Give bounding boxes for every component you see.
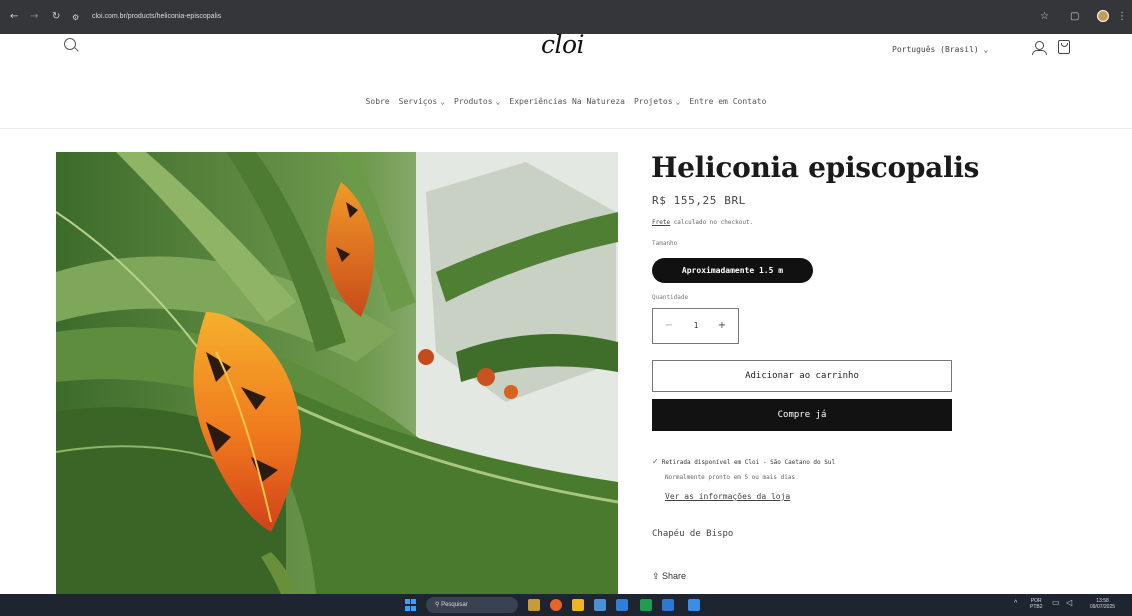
browser-toolbar: ← → ↻ ⚙ cloi.com.br/products/heliconia-e… <box>0 0 1132 34</box>
pickup-note: Normalmente pronto em 5 ou mais dias <box>665 474 796 481</box>
taskbar: ⚲ Pesquisar ^ POR PTB2 ▭ ◁ 13:58 09/07/2… <box>0 594 1132 616</box>
reload-icon[interactable]: ↻ <box>52 11 60 23</box>
main-nav: Sobre Serviços ⌄ Produtos ⌄ Experiências N… <box>0 97 1132 106</box>
chrome-icon[interactable] <box>550 599 562 611</box>
nav-item-sobre[interactable]: Sobre <box>366 97 390 106</box>
pickup-availability: ✓ Retirada disponível em Cloi - São Caeta… <box>652 457 835 466</box>
clock[interactable]: 13:58 09/07/2025 <box>1090 598 1115 610</box>
heliconia-photo <box>56 152 618 594</box>
search-icon[interactable] <box>64 38 76 50</box>
product-price: R$ 155,25 BRL <box>652 194 746 207</box>
keyboard-language[interactable]: POR PTB2 <box>1030 598 1043 610</box>
network-icon[interactable]: ▭ <box>1052 599 1060 607</box>
chevron-up-icon[interactable]: ^ <box>1014 600 1017 607</box>
product-image[interactable] <box>56 152 618 594</box>
back-icon[interactable]: ← <box>10 11 18 23</box>
cart-icon[interactable] <box>1058 40 1070 54</box>
chevron-down-icon: ⌄ <box>495 97 501 106</box>
checkmark-icon: ✓ <box>652 457 659 466</box>
size-option-selected[interactable]: Aproximadamente 1.5 m <box>652 258 813 283</box>
widgets-icon[interactable] <box>528 599 540 611</box>
shipping-note: Frete calculado no checkout. <box>652 219 753 226</box>
product-description: Chapéu de Bispo <box>652 529 734 539</box>
nav-item-projetos[interactable]: Projetos ⌄ <box>634 97 680 106</box>
windows-start-icon[interactable] <box>405 599 417 611</box>
share-icon: ⇪ <box>652 571 663 581</box>
pickup-text: Retirada disponível em Cloi - São Caetan… <box>661 459 836 466</box>
language-label: Português (Brasil) <box>892 45 979 54</box>
header-divider <box>0 128 1132 129</box>
decrement-button[interactable]: − <box>656 309 682 343</box>
word-icon[interactable] <box>688 599 700 611</box>
forward-icon[interactable]: → <box>30 11 38 23</box>
add-to-cart-button[interactable]: Adicionar ao carrinho <box>652 360 952 392</box>
language-selector[interactable]: Português (Brasil) ⌄ <box>892 45 988 54</box>
increment-button[interactable]: + <box>709 309 735 343</box>
share-button[interactable]: ⇪ Share <box>652 571 686 582</box>
buy-now-button[interactable]: Compre já <box>652 399 952 431</box>
tab-icon[interactable]: ▢ <box>1070 11 1079 23</box>
product-title: Heliconia episcopalis <box>651 151 980 184</box>
profile-avatar[interactable] <box>1097 10 1109 22</box>
size-label: Tamanho <box>652 240 678 247</box>
outlook-icon[interactable] <box>662 599 674 611</box>
nav-item-experiencias[interactable]: Experiências Na Natureza <box>509 97 625 106</box>
site-info-icon[interactable]: ⚙ <box>72 12 79 24</box>
excel-icon[interactable] <box>640 599 652 611</box>
quantity-stepper: − 1 + <box>652 308 739 344</box>
store-icon[interactable] <box>594 599 606 611</box>
volume-icon[interactable]: ◁ <box>1066 599 1072 607</box>
file-explorer-icon[interactable] <box>572 599 584 611</box>
chevron-down-icon: ⌄ <box>983 45 989 54</box>
address-bar[interactable]: cloi.com.br/products/heliconia-episcopal… <box>92 13 221 21</box>
taskbar-search[interactable]: ⚲ Pesquisar <box>426 597 518 613</box>
chevron-down-icon: ⌄ <box>675 97 681 106</box>
store-logo[interactable]: cloi <box>541 30 585 59</box>
chevron-down-icon: ⌄ <box>440 97 446 106</box>
nav-item-produtos[interactable]: Produtos ⌄ <box>454 97 500 106</box>
taskbar-search-label: Pesquisar <box>441 602 468 608</box>
menu-icon[interactable]: ⋮ <box>1117 11 1127 23</box>
mail-icon[interactable] <box>616 599 628 611</box>
quantity-input[interactable]: 1 <box>683 309 709 343</box>
store-info-link[interactable]: Ver as informações da loja <box>665 492 790 501</box>
account-icon[interactable] <box>1032 41 1047 55</box>
shipping-text: calculado no checkout. <box>673 219 754 226</box>
shipping-link[interactable]: Frete <box>652 219 670 226</box>
nav-item-contato[interactable]: Entre em Contato <box>689 97 766 106</box>
quantity-label: Quantidade <box>652 294 689 301</box>
bookmark-star-icon[interactable]: ☆ <box>1040 11 1049 23</box>
nav-item-servicos[interactable]: Serviços ⌄ <box>399 97 445 106</box>
share-label: Share <box>662 571 687 581</box>
